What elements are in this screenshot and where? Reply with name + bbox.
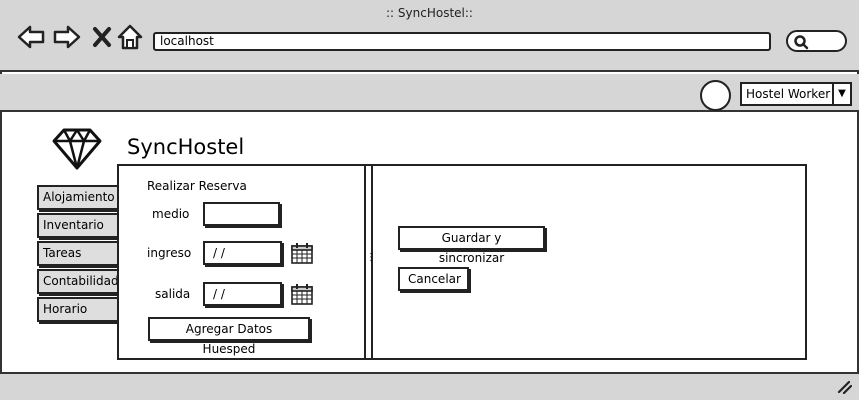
medio-label: medio bbox=[152, 207, 190, 221]
form-heading: Realizar Reserva bbox=[147, 179, 247, 193]
user-dropdown[interactable]: Hostel Worker ▼ bbox=[740, 82, 852, 106]
browser-search-box[interactable] bbox=[786, 30, 847, 52]
ingreso-label: ingreso bbox=[147, 246, 192, 260]
sidebar-item-label: Alojamiento bbox=[43, 190, 115, 204]
save-and-sync-button[interactable]: Guardar y sincronizar bbox=[398, 226, 545, 265]
ingreso-date-input[interactable]: / / bbox=[203, 241, 282, 265]
calendar-icon[interactable] bbox=[291, 283, 313, 305]
back-arrow-icon[interactable] bbox=[16, 22, 46, 52]
drag-handle-icon[interactable]: ⋮ bbox=[366, 253, 376, 263]
status-bar bbox=[0, 372, 859, 400]
salida-date-input[interactable]: / / bbox=[203, 282, 282, 306]
close-x-icon[interactable] bbox=[88, 22, 118, 52]
sidebar-item-alojamiento[interactable]: Alojamiento bbox=[37, 185, 120, 210]
calendar-icon[interactable] bbox=[291, 242, 313, 264]
sidebar-item-contabilidad[interactable]: Contabilidad bbox=[37, 269, 120, 294]
caret-down-icon[interactable]: ▼ bbox=[832, 84, 850, 104]
address-bar[interactable]: localhost bbox=[153, 32, 771, 51]
user-avatar[interactable] bbox=[700, 80, 731, 111]
sidebar-item-inventario[interactable]: Inventario bbox=[37, 213, 120, 238]
search-icon bbox=[794, 35, 809, 50]
salida-value: / / bbox=[213, 287, 225, 301]
sidebar-item-label: Inventario bbox=[43, 218, 104, 232]
sidebar-item-tareas[interactable]: Tareas bbox=[37, 241, 120, 266]
salida-label: salida bbox=[155, 287, 191, 301]
ingreso-value: / / bbox=[213, 246, 225, 260]
home-icon[interactable] bbox=[116, 22, 146, 52]
sidebar-item-label: Contabilidad bbox=[43, 274, 119, 288]
window-title: :: SyncHostel:: bbox=[386, 6, 473, 20]
diamond-icon bbox=[52, 128, 102, 170]
resize-grip-icon[interactable] bbox=[836, 378, 852, 394]
medio-input[interactable] bbox=[203, 202, 280, 226]
url-text: localhost bbox=[160, 34, 214, 48]
app-title: SyncHostel bbox=[127, 135, 245, 159]
user-dropdown-label: Hostel Worker bbox=[746, 87, 831, 101]
sidebar-item-horario[interactable]: Horario bbox=[37, 297, 120, 322]
sidebar-item-label: Tareas bbox=[43, 246, 82, 260]
cancel-button[interactable]: Cancelar bbox=[398, 267, 469, 291]
sidebar-item-label: Horario bbox=[43, 302, 88, 316]
add-guest-data-button[interactable]: Agregar Datos Huesped bbox=[148, 317, 310, 356]
forward-arrow-icon[interactable] bbox=[52, 22, 82, 52]
